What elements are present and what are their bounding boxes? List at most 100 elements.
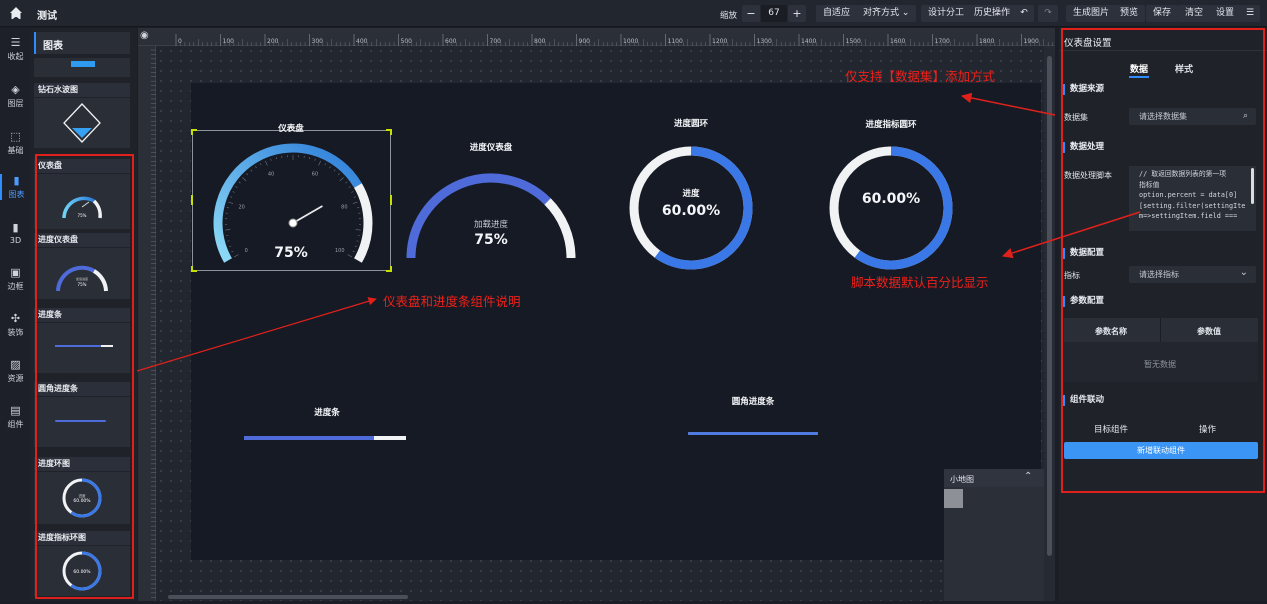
thumb-round-bar (55, 420, 106, 422)
ruler-ticks: 0100200300400500600700800900100011001200… (138, 28, 1055, 46)
rail-item-component[interactable]: ▤ 组件 (0, 404, 31, 430)
minimap-header: 小地图 ⌃ (944, 469, 1044, 487)
gauge-tick (231, 251, 233, 252)
menu-icon[interactable]: ☰ (1240, 5, 1260, 22)
layers-icon: ◈ (0, 83, 31, 96)
rail-label: 组件 (8, 420, 24, 429)
search-icon: ⌕ (1243, 108, 1248, 125)
save-button[interactable]: 保存 (1146, 5, 1178, 22)
redo-icon[interactable]: ↷ (1038, 5, 1058, 22)
left-rail: ☰收起 ◈ 图层 ⬚基础 ▮图表 ▮3D ▣边框 ✣装饰 ▨资源 ▤ 组件 (0, 28, 31, 601)
ruler-label: 1700 (935, 38, 950, 45)
dataset-label: 数据集 (1064, 112, 1088, 123)
gauge-tick (239, 182, 241, 183)
gauge-tick (228, 202, 233, 204)
rail-item-border[interactable]: ▣边框 (0, 266, 31, 292)
rail-item-3d[interactable]: ▮3D (0, 221, 31, 245)
component-card-ring[interactable]: 进度 60.00% (34, 472, 130, 524)
component-card-diamond[interactable] (34, 98, 130, 148)
action-label: 操作 (1199, 423, 1216, 435)
component-card-bar[interactable] (34, 323, 130, 373)
round-bar-track[interactable] (688, 432, 818, 435)
gauge-tick (225, 230, 230, 231)
thumb-value: 60.00% (73, 569, 91, 575)
eye-icon[interactable]: ◉ (140, 30, 149, 41)
ruler-label: 1600 (890, 38, 905, 45)
ruler-label: 1300 (757, 38, 772, 45)
align-dropdown[interactable]: 对齐方式 ⌄ (856, 5, 916, 22)
script-scrollbar[interactable] (1251, 168, 1254, 204)
rail-item-collapse[interactable]: ☰收起 (0, 36, 31, 62)
canvas-area: ◉ 01002003004005006007008009001000110012… (138, 28, 1055, 601)
metric-select[interactable]: 请选择指标 ⌄ (1129, 266, 1256, 283)
script-line: m=>settingItem.field === (1139, 211, 1256, 222)
horizontal-scrollbar-thumb[interactable] (168, 595, 408, 599)
gauge-needle (293, 206, 322, 223)
component-card-gauge[interactable]: 75% (34, 174, 130, 229)
gauge-tick (236, 187, 238, 188)
app-title: 测试 (37, 7, 57, 22)
fit-button[interactable]: 自适应 (816, 5, 857, 22)
previous-card-tail[interactable] (34, 58, 130, 77)
component-card-round-bar[interactable] (34, 397, 130, 447)
rail-item-chart[interactable]: ▮图表 (0, 174, 31, 200)
thumb-value: 60.00% (73, 498, 91, 504)
component-card-title: 钻石水波图 (34, 83, 130, 97)
ruler-label: 500 (401, 38, 413, 45)
gauge-tick-label: 60 (312, 172, 318, 178)
gauge-tick (230, 197, 232, 198)
settings-button[interactable]: 设置 (1209, 5, 1241, 22)
top-ruler: ◉ 01002003004005006007008009001000110012… (138, 28, 1055, 46)
rail-item-resource[interactable]: ▨资源 (0, 358, 31, 384)
zoom-in-button[interactable]: + (788, 5, 806, 22)
script-line: option.percent = data[0] (1139, 190, 1256, 201)
gauge-tick (265, 161, 267, 166)
gauge-tick (355, 246, 357, 247)
script-editor[interactable]: // 取返回数据列表的第一项 指标值 option.percent = data… (1129, 166, 1256, 231)
panel-header: 图表 (34, 32, 130, 54)
add-linkage-button[interactable]: 新增联动组件 (1064, 442, 1258, 459)
ruler-label: 1100 (668, 38, 683, 45)
gauge-tick-label: 80 (341, 204, 347, 210)
history-button[interactable]: 历史操作 (967, 5, 1017, 22)
rail-label: 图层 (8, 99, 24, 108)
tab-data[interactable]: 数据 (1130, 62, 1148, 75)
section-params: 参数配置 (1063, 296, 1104, 307)
ruler-label: 1200 (712, 38, 727, 45)
component-icon: ▤ (0, 404, 31, 417)
rail-label: 图表 (9, 190, 25, 199)
design-split-button[interactable]: 设计分工 (921, 5, 971, 22)
section-data-process: 数据处理 (1063, 142, 1104, 153)
rail-item-decoration[interactable]: ✣装饰 (0, 312, 31, 338)
generate-image-button[interactable]: 生成图片 (1066, 5, 1116, 22)
tab-style[interactable]: 样式 (1175, 62, 1193, 75)
clear-button[interactable]: 清空 (1178, 5, 1210, 22)
component-card-progress-gauge[interactable]: 加载进度 75% (34, 248, 130, 299)
preview-button[interactable]: 预览 (1113, 5, 1145, 22)
rail-label: 基础 (8, 146, 24, 155)
settings-title: 仪表盘设置 (1064, 35, 1112, 49)
ring-subtitle: 进度 (651, 187, 731, 199)
ring-indicator-thumb: 60.00% (34, 546, 130, 596)
progress-bar-track[interactable] (244, 436, 406, 440)
dataset-select[interactable]: 请选择数据集 ⌕ (1129, 108, 1256, 125)
minimap-viewport[interactable] (944, 489, 963, 508)
chevron-up-icon[interactable]: ⌃ (1024, 471, 1032, 482)
rail-item-layers[interactable]: ◈ 图层 (0, 83, 31, 109)
undo-icon[interactable]: ↶ (1014, 5, 1034, 22)
ring-indicator-svg[interactable] (821, 138, 961, 278)
zoom-out-button[interactable]: − (742, 5, 760, 22)
section-data-source: 数据来源 (1063, 84, 1104, 95)
gauge-tick (251, 170, 252, 172)
component-card-ring-indicator[interactable]: 60.00% (34, 546, 130, 596)
gauge-tick (349, 187, 351, 188)
vertical-scrollbar-thumb[interactable] (1047, 56, 1052, 556)
rail-item-basic[interactable]: ⬚基础 (0, 130, 31, 156)
param-value-header: 参数值 (1197, 326, 1221, 337)
home-icon[interactable] (9, 6, 23, 20)
zoom-input[interactable]: 67 (761, 5, 787, 22)
rail-label: 3D (10, 236, 21, 245)
vertical-scrollbar[interactable] (1044, 46, 1055, 601)
param-name-header: 参数名称 (1095, 326, 1127, 337)
annotation-dataset-note: 仅支持【数据集】添加方式 (845, 66, 995, 85)
